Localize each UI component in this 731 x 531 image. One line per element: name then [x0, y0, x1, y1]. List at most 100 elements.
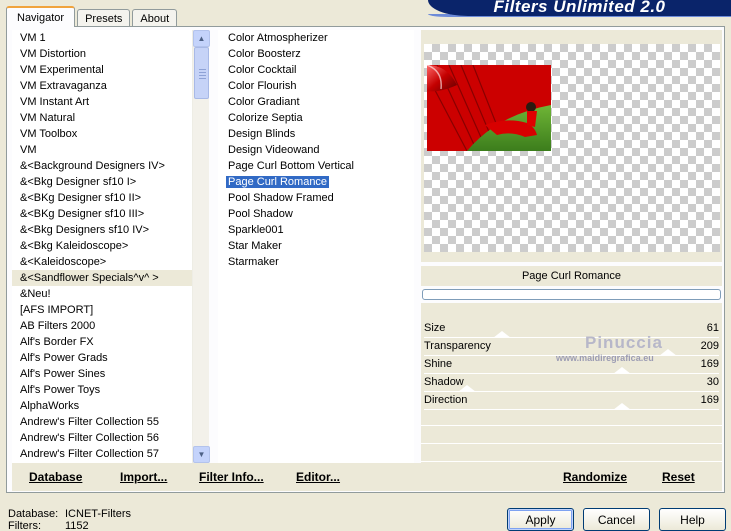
- watermark-name: Pinuccia: [585, 333, 663, 352]
- filter-item[interactable]: Color Atmospherizer: [218, 30, 414, 46]
- param-slider-size[interactable]: Size 61: [421, 320, 722, 338]
- filter-item-label: Design Videowand: [228, 144, 320, 156]
- filter-item-label: Page Curl Romance: [226, 176, 330, 188]
- filter-item[interactable]: Starmaker: [218, 254, 414, 270]
- tab-presets[interactable]: Presets: [77, 9, 131, 27]
- category-item[interactable]: &<Background Designers IV>: [12, 158, 192, 174]
- filter-item-label: Sparkle001: [228, 224, 284, 236]
- chevron-down-icon: ▼: [197, 450, 206, 459]
- chevron-up-icon: ▲: [197, 34, 206, 43]
- filter-item-label: Color Flourish: [228, 80, 297, 92]
- slider-thumb[interactable]: [492, 331, 511, 338]
- category-item[interactable]: Andrew's Filter Collection 55: [12, 414, 192, 430]
- filter-item-label: Pool Shadow: [228, 208, 293, 220]
- filters-value: 1152: [65, 520, 89, 531]
- editor-link[interactable]: Editor...: [296, 470, 340, 484]
- scroll-up-button[interactable]: ▲: [193, 30, 210, 47]
- filter-item[interactable]: Color Gradiant: [218, 94, 414, 110]
- filters-label: Filters:: [8, 520, 41, 531]
- tab-navigator[interactable]: Navigator: [6, 6, 76, 27]
- param-label: Direction: [424, 394, 468, 406]
- category-item[interactable]: &<BKg Designer sf10 III>: [12, 206, 192, 222]
- tab-bar: Navigator Presets About: [6, 5, 179, 27]
- category-item[interactable]: AB Filters 2000: [12, 318, 192, 334]
- category-item[interactable]: &<Bkg Designers sf10 IV>: [12, 222, 192, 238]
- category-item[interactable]: Andrew's Filter Collection 56: [12, 430, 192, 446]
- filter-item[interactable]: Color Flourish: [218, 78, 414, 94]
- category-item[interactable]: VM Extravaganza: [12, 78, 192, 94]
- category-item[interactable]: Alf's Power Toys: [12, 382, 192, 398]
- category-item[interactable]: &<BKg Designer sf10 II>: [12, 190, 192, 206]
- filter-item-label: Colorize Septia: [228, 112, 303, 124]
- filter-item[interactable]: Color Cocktail: [218, 62, 414, 78]
- param-slider-direction[interactable]: Direction 169: [421, 392, 722, 410]
- category-item[interactable]: VM 1: [12, 30, 192, 46]
- filter-item[interactable]: Pool Shadow Framed: [218, 190, 414, 206]
- scroll-thumb[interactable]: [194, 47, 209, 99]
- filter-list[interactable]: Color Atmospherizer Color Boosterz Color C…: [218, 30, 414, 463]
- slider-thumb[interactable]: [458, 385, 477, 392]
- filter-item[interactable]: Sparkle001: [218, 222, 414, 238]
- filter-item[interactable]: Color Boosterz: [218, 46, 414, 62]
- filter-item[interactable]: Page Curl Romance: [218, 174, 414, 190]
- filter-item[interactable]: Colorize Septia: [218, 110, 414, 126]
- param-value: 30: [706, 376, 719, 388]
- filter-item-label: Star Maker: [228, 240, 282, 252]
- category-item[interactable]: &Neu!: [12, 286, 192, 302]
- param-value: 169: [700, 394, 719, 406]
- filter-item[interactable]: Design Videowand: [218, 142, 414, 158]
- apply-button[interactable]: Apply: [507, 508, 574, 531]
- category-item[interactable]: Alf's Border FX: [12, 334, 192, 350]
- category-item[interactable]: [AFS IMPORT]: [12, 302, 192, 318]
- slider-thumb[interactable]: [612, 367, 631, 374]
- tab-about[interactable]: About: [132, 9, 178, 27]
- filter-item[interactable]: Star Maker: [218, 238, 414, 254]
- database-label: Database:: [8, 508, 59, 520]
- scroll-down-button[interactable]: ▼: [193, 446, 210, 463]
- filter-item-label: Color Boosterz: [228, 48, 301, 60]
- empty-param-row: [421, 427, 722, 444]
- param-value: 209: [700, 340, 719, 352]
- category-list[interactable]: VM 1 VM Distortion VM Experimental VM Extra…: [12, 30, 192, 463]
- randomize-link[interactable]: Randomize: [563, 470, 627, 484]
- filter-item[interactable]: Page Curl Bottom Vertical: [218, 158, 414, 174]
- filter-item-label: Pool Shadow Framed: [228, 192, 334, 204]
- filter-item-label: Page Curl Bottom Vertical: [228, 160, 354, 172]
- category-item[interactable]: VM Distortion: [12, 46, 192, 62]
- filter-item[interactable]: Pool Shadow: [218, 206, 414, 222]
- category-item[interactable]: Alf's Power Sines: [12, 366, 192, 382]
- category-item[interactable]: &<Bkg Kaleidoscope>: [12, 238, 192, 254]
- category-item[interactable]: VM Toolbox: [12, 126, 192, 142]
- param-value: 61: [706, 322, 719, 334]
- category-scrollbar[interactable]: ▲ ▼: [192, 30, 210, 463]
- reset-link[interactable]: Reset: [662, 470, 695, 484]
- filter-info-link[interactable]: Filter Info...: [199, 470, 264, 484]
- grip-line: [199, 75, 206, 76]
- category-item[interactable]: &<Bkg Designer sf10 I>: [12, 174, 192, 190]
- category-item[interactable]: &<Sandflower Specials^v^ >: [12, 270, 192, 286]
- help-button[interactable]: Help: [659, 508, 726, 531]
- category-item[interactable]: VM Natural: [12, 110, 192, 126]
- empty-param-row: [421, 445, 722, 462]
- preview-image: [427, 65, 551, 151]
- cancel-button[interactable]: Cancel: [583, 508, 650, 531]
- import-link[interactable]: Import...: [120, 470, 167, 484]
- category-item[interactable]: VM Experimental: [12, 62, 192, 78]
- category-item[interactable]: VM Instant Art: [12, 94, 192, 110]
- category-item[interactable]: Alf's Power Grads: [12, 350, 192, 366]
- app-title-banner: Filters Unlimited 2.0: [428, 0, 731, 16]
- database-link[interactable]: Database: [29, 470, 82, 484]
- category-item[interactable]: Andrew's Filter Collection 57: [12, 446, 192, 462]
- filter-item[interactable]: Design Blinds: [218, 126, 414, 142]
- param-slider-shadow[interactable]: Shadow 30: [421, 374, 722, 392]
- empty-param-row: [421, 409, 722, 426]
- filter-item-label: Design Blinds: [228, 128, 296, 140]
- category-item[interactable]: VM: [12, 142, 192, 158]
- grip-line: [199, 78, 206, 79]
- category-item[interactable]: &<Kaleidoscope>: [12, 254, 192, 270]
- filter-item-label: Color Cocktail: [228, 64, 297, 76]
- preview-area: [424, 44, 720, 252]
- filter-item-label: Starmaker: [228, 256, 279, 268]
- category-item[interactable]: AlphaWorks: [12, 398, 192, 414]
- filter-item-label: Color Atmospherizer: [228, 32, 328, 44]
